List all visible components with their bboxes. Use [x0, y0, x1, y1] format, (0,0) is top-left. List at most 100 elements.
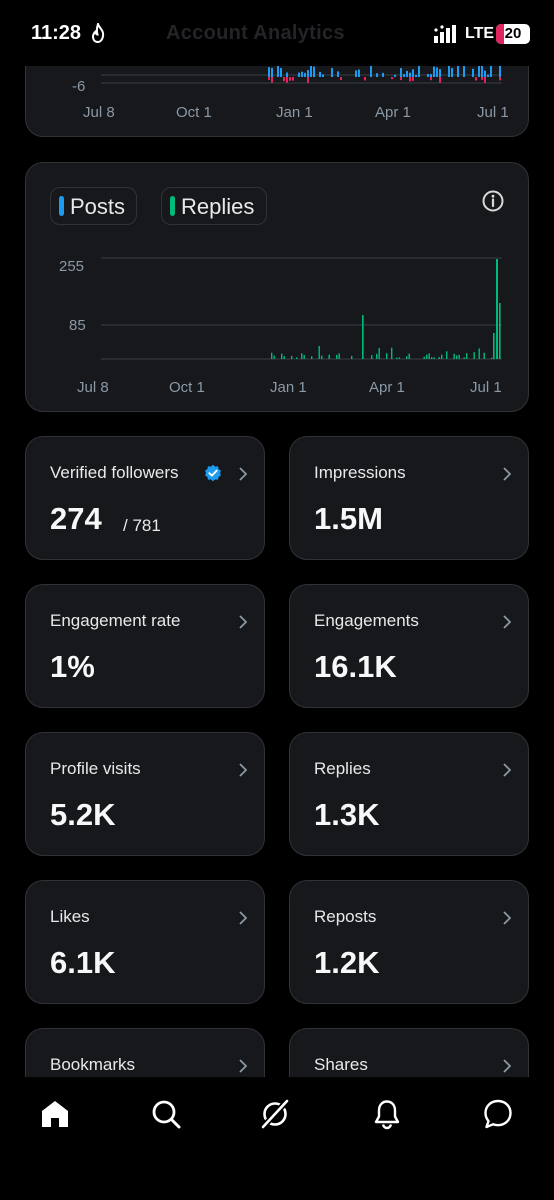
status-time: 11:28 [31, 22, 82, 44]
stat-likes[interactable]: Likes 6.1K [25, 880, 265, 1004]
bar-mark [408, 353, 410, 359]
bar-mark [376, 353, 378, 359]
bar-mark [382, 72, 384, 77]
bar-mark [271, 352, 273, 359]
bar-mark [319, 71, 321, 77]
bottom-nav [0, 1077, 554, 1200]
stat-profile-visits[interactable]: Profile visits 5.2K [25, 732, 265, 856]
bar-mark [391, 347, 393, 359]
bar-mark [386, 353, 388, 359]
x-tick-label: Apr 1 [375, 104, 411, 121]
bar-mark [499, 303, 501, 359]
bar-mark [430, 77, 432, 81]
bar-mark [358, 69, 360, 77]
bar-mark [490, 65, 492, 77]
bar-mark [371, 355, 373, 359]
bar-mark [311, 356, 313, 359]
bar-mark [291, 355, 293, 359]
bar-mark [406, 70, 408, 77]
bar-mark [296, 357, 298, 359]
bar-mark [394, 74, 396, 77]
stat-engagements[interactable]: Engagements 16.1K [289, 584, 529, 708]
bar-mark [364, 77, 366, 81]
messages-icon[interactable] [482, 1098, 514, 1130]
notifications-icon[interactable] [371, 1098, 403, 1130]
bar-mark [439, 77, 441, 83]
search-icon[interactable] [150, 1098, 182, 1130]
stat-value: 5.2K [50, 797, 116, 832]
bar-mark [301, 71, 303, 77]
bar-mark [436, 67, 438, 77]
chevron-right-icon [239, 763, 248, 777]
bar-mark [418, 64, 420, 77]
bar-mark [472, 68, 474, 77]
stat-title: Replies [314, 759, 371, 778]
bar-mark [378, 348, 380, 359]
bar-mark [307, 70, 309, 77]
stat-impressions[interactable]: Impressions 1.5M [289, 436, 529, 560]
bar-mark [289, 77, 291, 81]
bar-mark [298, 72, 300, 77]
x-tick-label: Jul 1 [477, 104, 509, 121]
bar-mark [496, 259, 498, 359]
bar-mark [431, 357, 433, 359]
verified-badge-icon [205, 464, 221, 482]
bar-mark [313, 66, 315, 77]
stat-value: 1.3K [314, 797, 380, 832]
bar-mark [362, 315, 364, 359]
bar-mark [412, 77, 414, 81]
bar-mark [283, 356, 285, 359]
bar-mark [409, 77, 411, 82]
page-title: Account Analytics [166, 22, 345, 44]
bar-mark [487, 74, 489, 77]
bar-mark [451, 68, 453, 77]
bar-mark [446, 351, 448, 359]
home-icon[interactable] [39, 1098, 71, 1130]
bar-mark [403, 74, 405, 77]
bar-mark [396, 357, 398, 359]
bar-mark [281, 353, 283, 359]
chevron-right-icon [503, 615, 512, 629]
stat-engagement-rate[interactable]: Engagement rate 1% [25, 584, 265, 708]
chevron-right-icon [239, 911, 248, 925]
stat-value: 1% [50, 649, 95, 684]
bar-mark [304, 72, 306, 77]
stat-replies[interactable]: Replies 1.3K [289, 732, 529, 856]
bar-mark [406, 356, 408, 359]
bar-mark [277, 64, 279, 77]
activity-chart-card: Posts Replies 255 85 Jul 8 Oct 1 Jan 1 A… [25, 162, 529, 412]
bar-mark [391, 77, 393, 80]
bar-mark [428, 353, 430, 359]
bar-mark [415, 74, 417, 77]
bar-mark [493, 333, 495, 359]
bar-mark [481, 65, 483, 77]
bar-mark [466, 353, 468, 359]
bar-mark [398, 357, 400, 359]
stat-reposts[interactable]: Reposts 1.2K [289, 880, 529, 1004]
stat-title: Profile visits [50, 759, 141, 778]
bar-mark [458, 354, 460, 359]
bar-mark [292, 77, 294, 81]
chevron-right-icon [239, 615, 248, 629]
bar-mark [301, 353, 303, 359]
stat-value: 274 [50, 501, 102, 536]
bar-mark [337, 71, 339, 77]
chevron-right-icon [503, 1059, 512, 1073]
stat-title: Engagements [314, 611, 419, 630]
stat-title: Engagement rate [50, 611, 181, 630]
stat-total: / 781 [123, 516, 161, 535]
bar-mark [271, 77, 273, 83]
grok-icon[interactable] [259, 1098, 291, 1130]
x-tick-label: Jan 1 [270, 379, 307, 396]
bar-mark [400, 77, 402, 81]
bar-mark [481, 77, 483, 80]
battery-indicator: 20 [496, 24, 530, 44]
stat-verified-followers[interactable]: Verified followers 274 / 781 [25, 436, 265, 560]
bar-mark [438, 357, 440, 359]
bar-mark [307, 77, 309, 83]
stat-title: Impressions [314, 463, 406, 482]
chevron-right-icon [503, 467, 512, 481]
stat-value: 16.1K [314, 649, 397, 684]
bar-mark [328, 354, 330, 359]
bar-mark [473, 352, 475, 359]
